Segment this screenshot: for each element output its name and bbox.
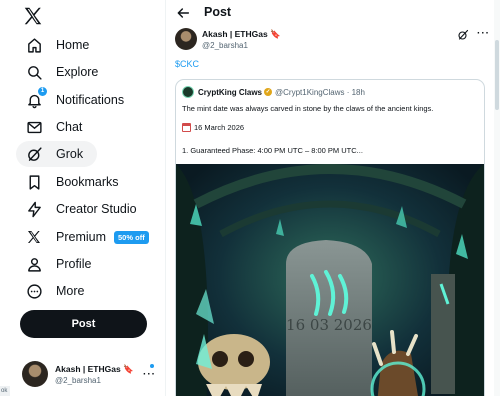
x-logo-icon [24,227,44,247]
nav-bookmarks-label: Bookmarks [56,175,119,189]
sidebar: Home Explore 1 Notifications Chat Grok B… [0,0,166,396]
x-logo-icon[interactable] [22,5,44,27]
notification-badge: 1 [38,87,47,96]
more-circle-icon [24,281,44,301]
quoted-avatar[interactable] [182,86,194,98]
post-text-cashtag[interactable]: $CKC [175,59,199,69]
nav-profile[interactable]: Profile [16,251,99,277]
author-handle[interactable]: @2_barsha1 [202,41,281,50]
verified-badge-icon: ✓ [264,88,273,96]
more-dots-icon: ··· [143,369,156,380]
quoted-author-handle[interactable]: @Crypt1KingClaws · 18h [275,88,365,97]
bell-icon: 1 [24,87,47,110]
avatar[interactable] [175,28,197,50]
grok-icon[interactable] [457,29,469,41]
corner-tag: ok [0,386,10,396]
nav-explore[interactable]: Explore [16,59,106,85]
mail-icon [24,117,44,137]
quoted-date: 16 March 2026 [194,123,245,132]
nav-notifications-label: Notifications [56,93,125,107]
nav-bookmarks[interactable]: Bookmarks [16,169,127,195]
more-dots-icon[interactable]: ··· [477,28,490,39]
post-author[interactable]: Akash | ETHGas 🔖 @2_barsha1 [175,28,281,50]
author-name[interactable]: Akash | ETHGas 🔖 [202,29,281,40]
nav-grok-label: Grok [56,147,84,161]
home-icon [24,35,44,55]
nav-more-label: More [56,284,85,298]
nav-profile-label: Profile [56,257,92,271]
quoted-post-header: CryptKing Claws ✓ @Crypt1KingClaws · 18h [182,86,365,98]
tombstone-date-text: 16 03 2026 [286,316,372,334]
nav-home[interactable]: Home [16,32,97,58]
nav-home-label: Home [56,38,90,52]
account-handle: @2_barsha1 [55,375,101,385]
lightning-icon [24,199,44,219]
search-icon [24,62,44,82]
calendar-icon [182,123,191,132]
quoted-phase-line: 1. Guaranteed Phase: 4:00 PM UTC – 8:00 … [182,146,363,155]
nav-grok[interactable]: Grok [16,141,98,167]
grok-icon [24,144,44,164]
account-name: Akash | ETHGas 🔖 [55,363,134,374]
bookmark-icon [24,172,44,192]
account-switcher[interactable]: Akash | ETHGas 🔖 @2_barsha1 ··· [22,360,162,388]
post-button[interactable]: Post [20,310,147,338]
unread-dot [150,364,154,368]
page-title: Post [204,5,232,19]
nav-creator-studio[interactable]: Creator Studio [16,196,145,222]
avatar [22,361,48,387]
premium-discount-badge: 50% off [114,230,149,244]
person-icon [24,254,44,274]
nav-notifications[interactable]: 1 Notifications [16,87,132,113]
post-detail: Post Akash | ETHGas 🔖 @2_barsha1 ··· $CK… [166,0,493,396]
quoted-media-image[interactable]: 16 03 2026 [176,164,484,396]
scroll-thumb[interactable] [495,40,499,110]
nav-chat[interactable]: Chat [16,114,90,140]
nav-chat-label: Chat [56,120,83,134]
nav-more[interactable]: More [16,278,92,304]
nav-creator-studio-label: Creator Studio [56,202,137,216]
back-arrow-icon[interactable] [175,5,191,21]
quoted-text-line: The mint date was always carved in stone… [182,104,434,113]
nav-premium[interactable]: Premium 50% off [16,224,157,250]
nav-premium-label: Premium [56,230,107,244]
quoted-date-line: 16 March 2026 [182,123,244,132]
nav-explore-label: Explore [56,65,99,79]
scrollbar[interactable] [494,0,500,396]
quoted-post[interactable]: CryptKing Claws ✓ @Crypt1KingClaws · 18h… [175,79,485,396]
quoted-author-name[interactable]: CryptKing Claws [198,88,262,97]
